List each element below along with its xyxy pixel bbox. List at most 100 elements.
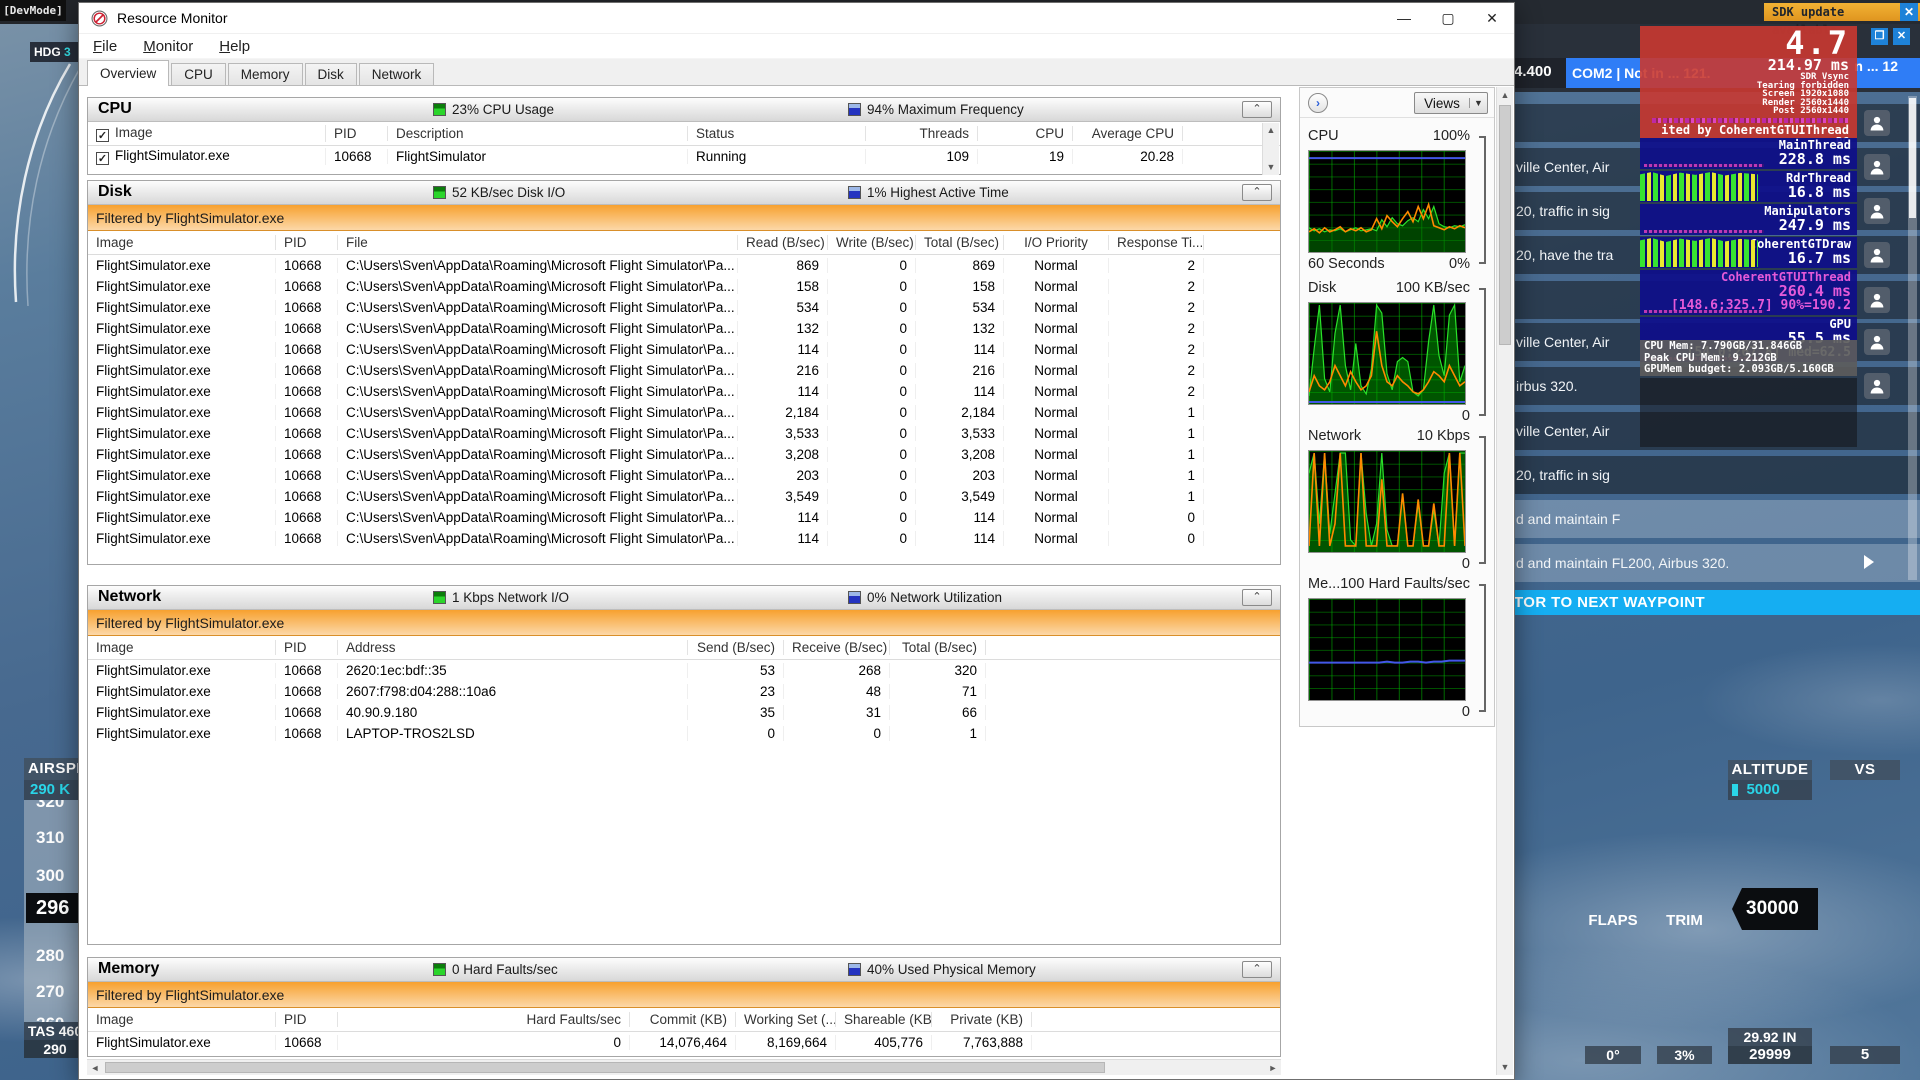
cell: 10668 [276, 531, 338, 546]
network-table-row[interactable]: FlightSimulator.exe1066840.90.9.18035316… [88, 702, 1280, 723]
disk-table-row[interactable]: FlightSimulator.exe10668C:\Users\Sven\Ap… [88, 402, 1280, 423]
column-header[interactable]: Address [338, 640, 688, 655]
column-header[interactable]: Description [388, 126, 688, 141]
network-section-header[interactable]: Network 1 Kbps Network I/O 0% Network Ut… [88, 586, 1280, 610]
column-header[interactable]: File [338, 235, 738, 250]
tab-network[interactable]: Network [359, 63, 435, 85]
main-vertical-scrollbar[interactable]: ▲ ▼ [1496, 87, 1513, 1075]
minimize-button[interactable]: — [1382, 3, 1426, 33]
column-header[interactable]: Status [688, 126, 866, 141]
cell: Normal [1004, 468, 1109, 483]
column-header[interactable]: Shareable (KB) [836, 1012, 932, 1027]
disk-table-row[interactable]: FlightSimulator.exe10668C:\Users\Sven\Ap… [88, 381, 1280, 402]
column-header[interactable]: I/O Priority [1004, 235, 1109, 250]
memory-section-header[interactable]: Memory 0 Hard Faults/sec 40% Used Physic… [88, 958, 1280, 982]
disk-table-row[interactable]: FlightSimulator.exe10668C:\Users\Sven\Ap… [88, 318, 1280, 339]
column-header[interactable]: PID [326, 126, 388, 141]
disk-table-row[interactable]: FlightSimulator.exe10668C:\Users\Sven\Ap… [88, 276, 1280, 297]
disk-section-header[interactable]: Disk 52 KB/sec Disk I/O 1% Highest Activ… [88, 181, 1280, 205]
disk-table-row[interactable]: FlightSimulator.exe10668C:\Users\Sven\Ap… [88, 360, 1280, 381]
disk-table-row[interactable]: FlightSimulator.exe10668C:\Users\Sven\Ap… [88, 339, 1280, 360]
memory-table-header[interactable]: ImagePIDHard Faults/secCommit (KB)Workin… [88, 1008, 1280, 1032]
column-header[interactable]: Read (B/sec) [738, 235, 828, 250]
column-header[interactable]: Total (B/sec) [916, 235, 1004, 250]
sdk-update-banner[interactable]: SDK update available [1764, 3, 1920, 21]
thread-timing-row: CoherentGTDraw16.7 ms [1640, 237, 1857, 268]
tab-overview[interactable]: Overview [87, 60, 169, 86]
column-header[interactable]: PID [276, 235, 338, 250]
atc-message-row[interactable]: d and maintain FL200, Airbus 320. [1508, 544, 1920, 582]
column-header[interactable]: PID [276, 640, 338, 655]
select-all-checkbox[interactable]: ✓ [96, 129, 109, 142]
tab-cpu[interactable]: CPU [171, 63, 226, 85]
cell: 3,208 [738, 447, 828, 462]
views-dropdown[interactable]: Views ▼ [1414, 92, 1488, 114]
column-header[interactable]: Threads [866, 126, 978, 141]
title-bar[interactable]: Resource Monitor — ▢ ✕ [79, 3, 1514, 34]
horizontal-scrollbar[interactable]: ◄ ► [87, 1059, 1281, 1075]
sdk-banner-close-icon[interactable]: ✕ [1900, 3, 1918, 21]
cell: 0 [828, 426, 916, 441]
cpu-table-header[interactable]: ✓ImagePIDDescriptionStatusThreadsCPUAver… [88, 122, 1280, 146]
atc-selected-option[interactable]: TOR TO NEXT WAYPOINT [1508, 590, 1920, 615]
column-header[interactable]: Average CPU [1073, 126, 1183, 141]
column-header[interactable]: PID [276, 1012, 338, 1027]
column-header[interactable]: ✓Image [88, 125, 326, 142]
tab-memory[interactable]: Memory [228, 63, 303, 85]
network-table-row[interactable]: FlightSimulator.exe106682620:1ec:bdf::35… [88, 660, 1280, 681]
tab-disk[interactable]: Disk [305, 63, 357, 85]
column-header[interactable]: Working Set (... [736, 1012, 836, 1027]
disk-table-row[interactable]: FlightSimulator.exe10668C:\Users\Sven\Ap… [88, 486, 1280, 507]
memory-table-row[interactable]: FlightSimulator.exe 10668 0 14,076,464 8… [88, 1032, 1280, 1053]
network-table-row[interactable]: FlightSimulator.exe106682607:f798:d04:28… [88, 681, 1280, 702]
disk-table-row[interactable]: FlightSimulator.exe10668C:\Users\Sven\Ap… [88, 423, 1280, 444]
debug-expand-icon[interactable]: ❒ [1871, 28, 1888, 45]
maximize-button[interactable]: ▢ [1426, 3, 1470, 33]
cpu-collapse-chevron-icon[interactable]: ⌃ [1242, 101, 1272, 118]
atc-message-row[interactable]: d and maintain F [1508, 500, 1920, 538]
memory-collapse-chevron-icon[interactable]: ⌃ [1242, 961, 1272, 978]
disk-table-row[interactable]: FlightSimulator.exe10668C:\Users\Sven\Ap… [88, 528, 1280, 549]
column-header[interactable]: Hard Faults/sec [338, 1012, 630, 1027]
atc-message-row[interactable]: 20, traffic in sig [1508, 456, 1920, 494]
menu-help[interactable]: Help [219, 38, 250, 55]
disk-collapse-chevron-icon[interactable]: ⌃ [1242, 184, 1272, 201]
disk-table-row[interactable]: FlightSimulator.exe10668C:\Users\Sven\Ap… [88, 255, 1280, 276]
cell: C:\Users\Sven\AppData\Roaming\Microsoft … [338, 300, 738, 315]
person-icon [1864, 242, 1890, 268]
menu-file[interactable]: File [93, 38, 117, 55]
cell: C:\Users\Sven\AppData\Roaming\Microsoft … [338, 342, 738, 357]
column-header[interactable]: Image [88, 1012, 276, 1027]
atc-scrollbar[interactable] [1908, 96, 1917, 580]
column-header[interactable]: Send (B/sec) [688, 640, 784, 655]
column-header[interactable]: Total (B/sec) [890, 640, 986, 655]
column-header[interactable]: Commit (KB) [630, 1012, 736, 1027]
disk-table-header[interactable]: ImagePIDFileRead (B/sec)Write (B/sec)Tot… [88, 231, 1280, 255]
column-header[interactable]: Receive (B/sec) [784, 640, 890, 655]
cpu-section-header[interactable]: CPU 23% CPU Usage 94% Maximum Frequency … [88, 98, 1280, 122]
disk-table-row[interactable]: FlightSimulator.exe10668C:\Users\Sven\Ap… [88, 444, 1280, 465]
column-header[interactable]: CPU [978, 126, 1073, 141]
debug-close-icon[interactable]: ✕ [1893, 28, 1910, 45]
disk-table-row[interactable]: FlightSimulator.exe10668C:\Users\Sven\Ap… [88, 465, 1280, 486]
column-header[interactable]: Private (KB) [932, 1012, 1032, 1027]
window-title: Resource Monitor [117, 10, 228, 26]
cpu-mini-scrollbar[interactable]: ▲ ▼ [1262, 123, 1279, 175]
devmode-badge: [DevMode] [0, 0, 66, 21]
column-header[interactable]: Image [88, 640, 276, 655]
play-arrow-icon[interactable] [1864, 555, 1874, 569]
disk-table-row[interactable]: FlightSimulator.exe10668C:\Users\Sven\Ap… [88, 507, 1280, 528]
network-table-row[interactable]: FlightSimulator.exe10668LAPTOP-TROS2LSD0… [88, 723, 1280, 744]
cpu-table-row[interactable]: ✓FlightSimulator.exe 10668 FlightSimulat… [88, 146, 1280, 167]
column-header[interactable]: Response Ti... [1109, 235, 1204, 250]
column-header[interactable]: Image [88, 235, 276, 250]
menu-monitor[interactable]: Monitor [143, 38, 193, 55]
row-checkbox[interactable]: ✓ [96, 152, 109, 165]
network-collapse-chevron-icon[interactable]: ⌃ [1242, 589, 1272, 606]
cell: 1 [890, 726, 986, 741]
close-button[interactable]: ✕ [1470, 3, 1514, 33]
panel-collapse-icon[interactable]: › [1308, 93, 1328, 113]
column-header[interactable]: Write (B/sec) [828, 235, 916, 250]
disk-table-row[interactable]: FlightSimulator.exe10668C:\Users\Sven\Ap… [88, 297, 1280, 318]
network-table-header[interactable]: ImagePIDAddressSend (B/sec)Receive (B/se… [88, 636, 1280, 660]
